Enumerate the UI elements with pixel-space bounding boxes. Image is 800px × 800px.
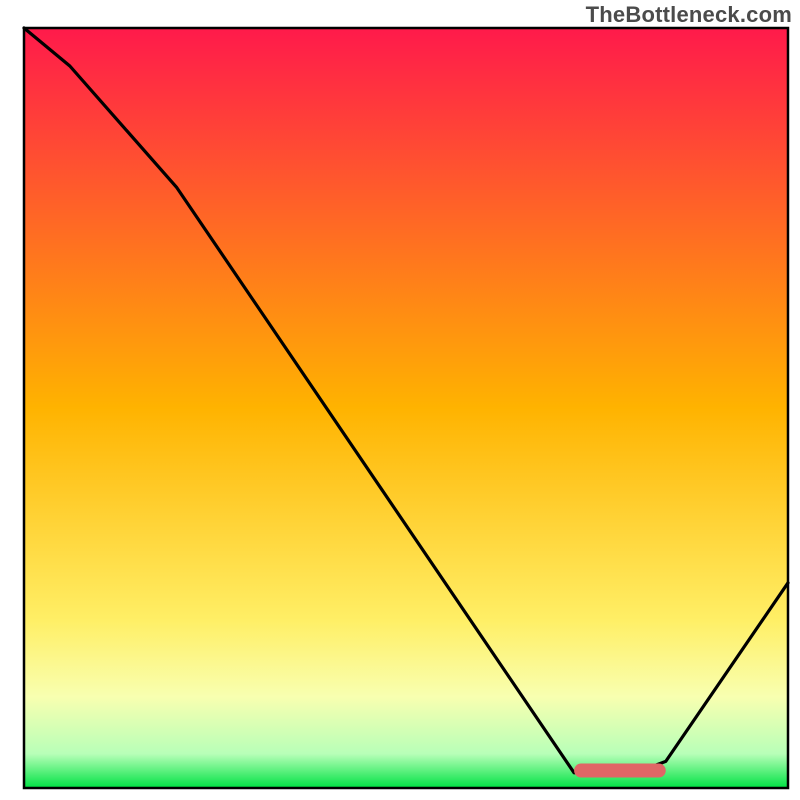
watermark-text: TheBottleneck.com <box>586 2 792 28</box>
plot-area <box>24 28 788 788</box>
chart-container: TheBottleneck.com <box>0 0 800 800</box>
optimal-range-marker <box>574 764 666 778</box>
bottleneck-chart <box>0 0 800 800</box>
